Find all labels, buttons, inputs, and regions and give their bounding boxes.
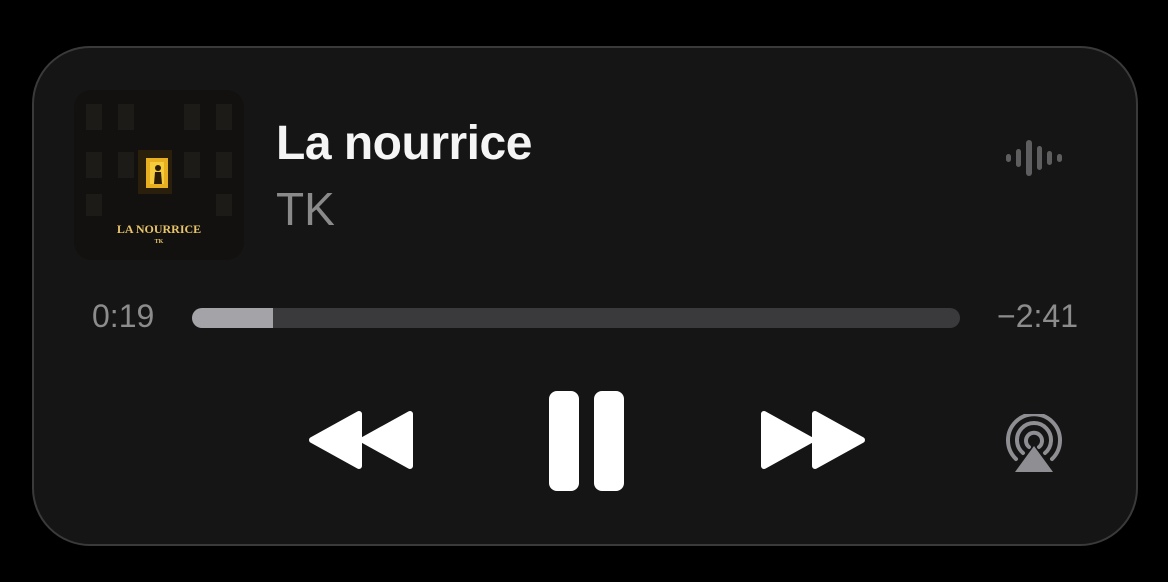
waveform-icon bbox=[1004, 136, 1068, 180]
album-artwork-image: LA NOURRICE TK bbox=[74, 90, 244, 260]
pause-button[interactable] bbox=[548, 390, 628, 492]
track-artist[interactable]: TK bbox=[276, 182, 335, 236]
rewind-button[interactable] bbox=[306, 408, 416, 472]
forward-button[interactable] bbox=[758, 408, 868, 472]
remaining-time: −2:41 bbox=[997, 298, 1078, 334]
forward-icon bbox=[761, 411, 865, 469]
backward-icon bbox=[309, 411, 413, 469]
track-title[interactable]: La nourrice bbox=[276, 116, 532, 171]
artwork-artist-text: TK bbox=[155, 239, 164, 245]
artwork-title-text: LA NOURRICE bbox=[117, 222, 201, 236]
airplay-button[interactable] bbox=[1000, 414, 1068, 474]
now-playing-panel: LA NOURRICE TK La nourrice TK 0:19 −2:41 bbox=[32, 46, 1138, 546]
progress-scrubber[interactable] bbox=[192, 308, 960, 328]
album-artwork[interactable]: LA NOURRICE TK bbox=[74, 90, 244, 260]
airplay-icon bbox=[1006, 414, 1062, 472]
progress-fill bbox=[192, 308, 274, 328]
elapsed-time: 0:19 bbox=[92, 298, 155, 334]
pause-icon bbox=[549, 391, 624, 491]
